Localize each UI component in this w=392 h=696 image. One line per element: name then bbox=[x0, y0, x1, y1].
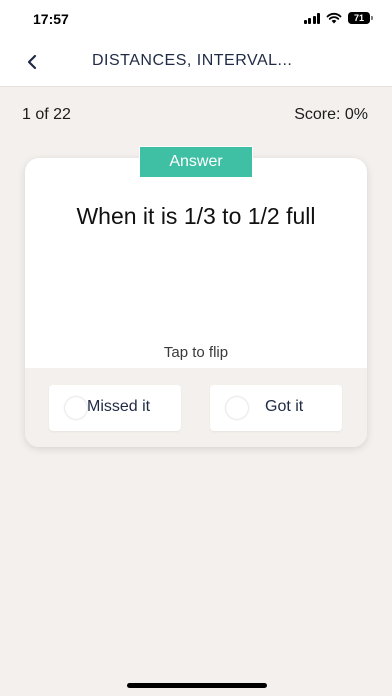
score-label: Score: 0% bbox=[294, 106, 368, 123]
radio-circle-icon bbox=[65, 397, 87, 419]
card-answer-text: When it is 1/3 to 1/2 full bbox=[76, 203, 316, 229]
home-indicator[interactable] bbox=[127, 683, 267, 688]
status-bar: 17:57 71 bbox=[0, 0, 392, 40]
missed-it-label: Missed it bbox=[87, 398, 151, 415]
got-it-label: Got it bbox=[265, 398, 304, 415]
battery-icon: 71 bbox=[348, 12, 373, 24]
flashcard[interactable]: Answer When it is 1/3 to 1/2 full Tap to… bbox=[25, 146, 367, 447]
progress-count: 1 of 22 bbox=[22, 106, 71, 123]
header: DISTANCES, INTERVAL... bbox=[0, 40, 392, 87]
tap-to-flip-hint: Tap to flip bbox=[163, 344, 229, 361]
status-icons: 71 bbox=[303, 12, 373, 24]
page-title: DISTANCES, INTERVAL... bbox=[92, 52, 293, 69]
chevron-left-icon bbox=[27, 54, 37, 70]
status-time: 17:57 bbox=[33, 11, 69, 27]
got-it-button[interactable]: Got it bbox=[210, 385, 342, 431]
radio-circle-icon bbox=[226, 397, 248, 419]
missed-it-button[interactable]: Missed it bbox=[49, 385, 181, 431]
back-button[interactable] bbox=[20, 50, 44, 74]
wifi-icon bbox=[326, 12, 342, 24]
battery-level: 71 bbox=[353, 13, 364, 23]
answer-badge: Answer bbox=[139, 146, 253, 178]
card-footer: Missed it Got it bbox=[25, 368, 367, 447]
cellular-signal-icon bbox=[303, 12, 320, 24]
